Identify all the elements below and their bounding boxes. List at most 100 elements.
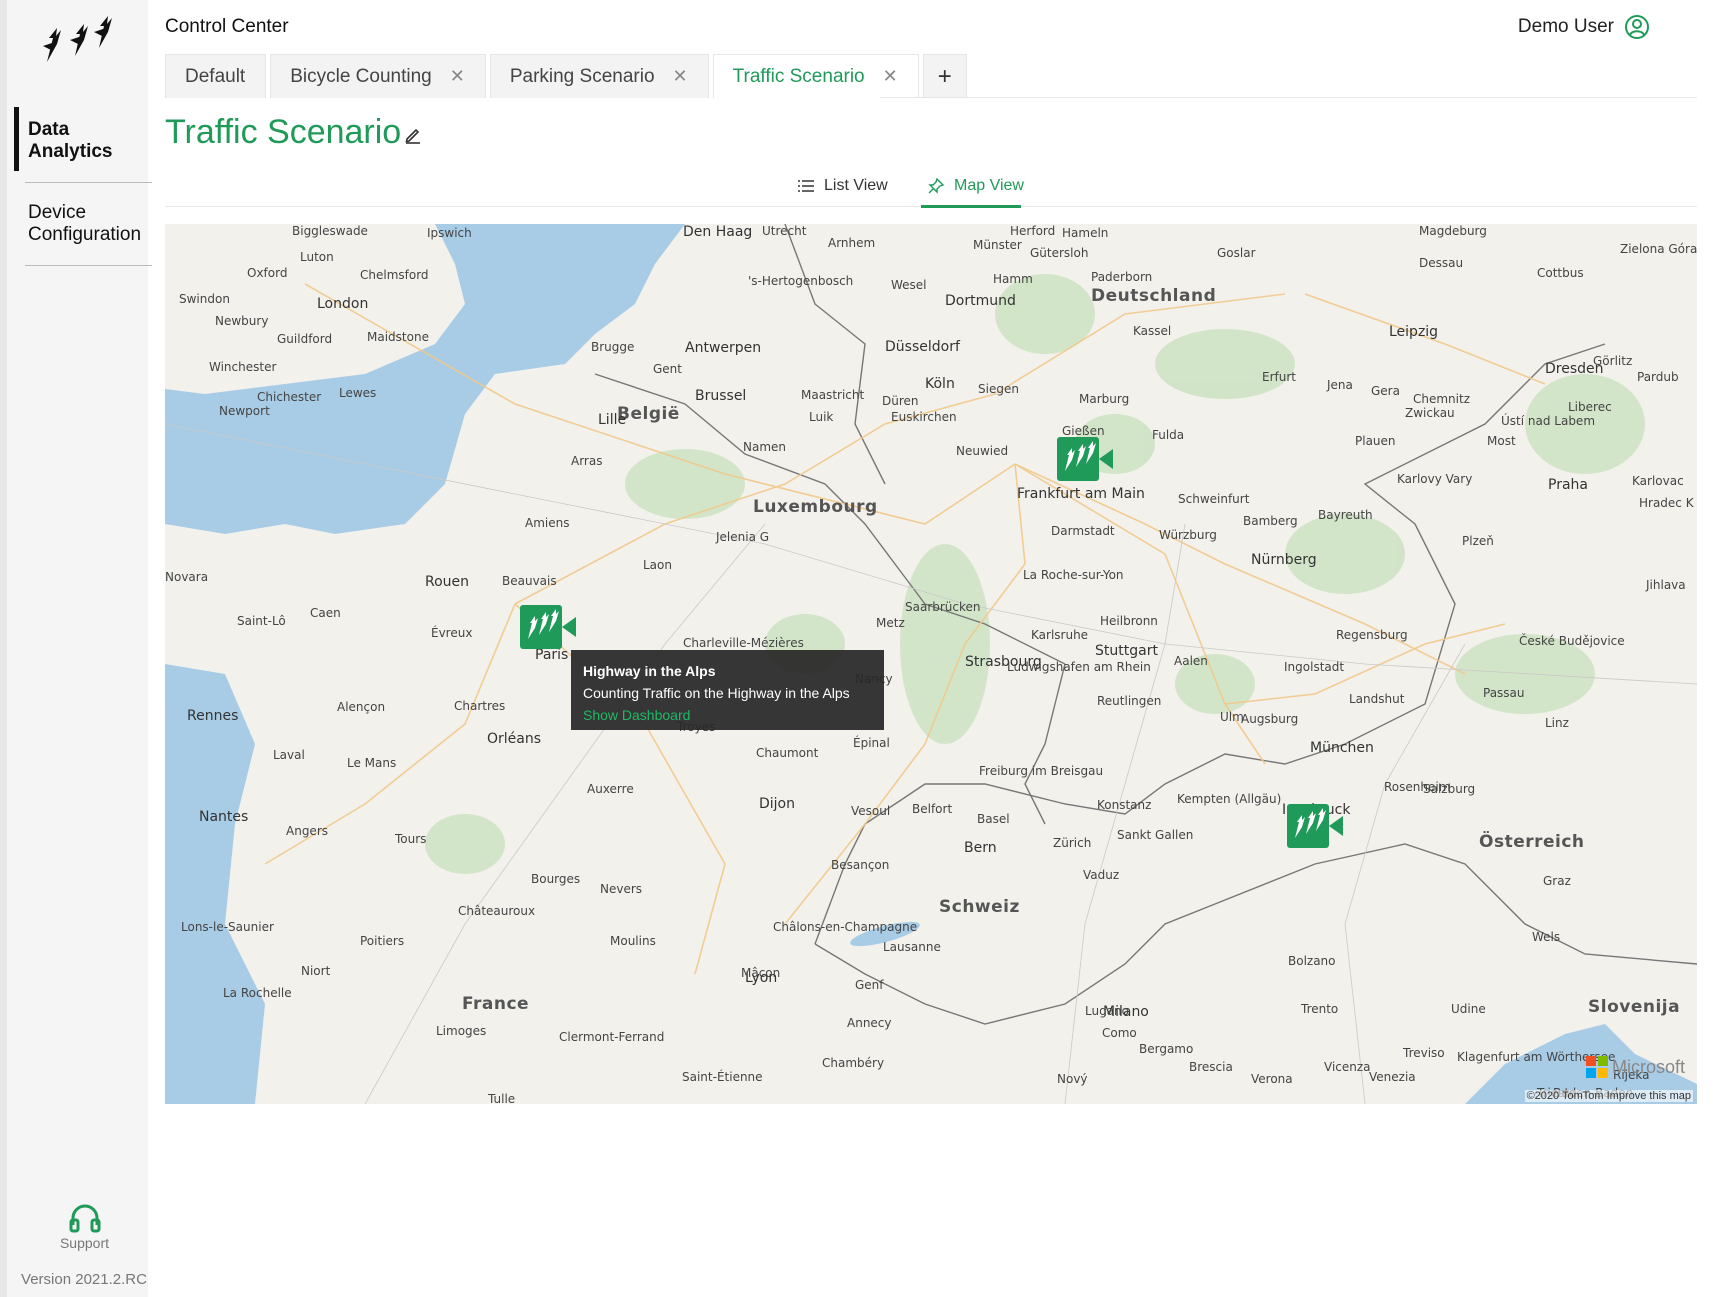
map-label-town: Châteauroux — [458, 904, 536, 918]
scenario-tabs: Default Bicycle Counting ✕ Parking Scenar… — [165, 54, 971, 98]
map-label-town: Jelenia G — [716, 530, 770, 544]
map-label-town: Münster — [973, 238, 1022, 252]
map-label-town: Trento — [1301, 1002, 1339, 1016]
map-canvas[interactable]: Deutschland België Luxembourg France Sch… — [165, 224, 1697, 1104]
tab-traffic-scenario[interactable]: Traffic Scenario ✕ — [712, 54, 919, 98]
map-label-town: Dessau — [1419, 256, 1464, 270]
map-label-town: Novara — [165, 570, 209, 584]
map-label-town: Luik — [809, 410, 834, 424]
map-label-town: Laon — [643, 558, 672, 572]
support-button[interactable]: Support — [37, 1203, 132, 1251]
map-label-city: Lille — [598, 412, 627, 428]
map-label-town: Hamm — [993, 272, 1033, 286]
map-label-town: Belfort — [912, 802, 953, 816]
map-label-town: Niort — [301, 964, 331, 978]
map-label-town: Kempten (Allgäu) — [1177, 792, 1282, 806]
map-label-town: Luton — [300, 250, 334, 264]
map-label-town: Lausanne — [883, 940, 941, 954]
map-label-town: Châlons-en-Champagne — [773, 920, 918, 934]
map-label-town: Chambéry — [822, 1056, 885, 1070]
map-label-town: Venezia — [1369, 1070, 1416, 1084]
map-label-town: Neuwied — [956, 444, 1009, 458]
list-view-button[interactable]: List View — [798, 170, 888, 202]
map-label-town: Le Mans — [347, 756, 397, 770]
map-label-town: Görlitz — [1593, 354, 1633, 368]
map-label-town: Utrecht — [762, 224, 807, 238]
map-label-town: Plauen — [1355, 434, 1396, 448]
counter-marker-frankfurt[interactable] — [1057, 437, 1113, 481]
map-label-town: Bergamo — [1139, 1042, 1194, 1056]
map-label-town: Salzburg — [1423, 782, 1476, 796]
map-label-town: Mâcon — [741, 966, 781, 980]
map-label-town: Clermont-Ferrand — [559, 1030, 665, 1044]
map-label-town: Würzburg — [1159, 528, 1217, 542]
map-label-town: Oxford — [247, 266, 288, 280]
map-attribution[interactable]: ©2020 TomTom Improve this map — [1524, 1090, 1693, 1102]
map-label-town: Gießen — [1062, 424, 1105, 438]
map-label-town: Laval — [273, 748, 305, 762]
list-view-label: List View — [824, 177, 888, 194]
map-label-town: Lons-le-Saunier — [181, 920, 274, 934]
counter-marker-innsbruck[interactable] — [1287, 804, 1343, 848]
map-label-town: Verona — [1251, 1072, 1293, 1086]
list-icon — [798, 180, 814, 192]
map-label-town: Épinal — [853, 736, 890, 750]
map-label-town: Guildford — [277, 332, 333, 346]
map-label-country: België — [617, 404, 680, 424]
map-label-town: Hradec K — [1639, 496, 1694, 510]
map-label-city: Orléans — [487, 731, 542, 747]
close-icon[interactable]: ✕ — [673, 66, 688, 87]
map-label-town: Cottbus — [1537, 266, 1584, 280]
map-label-town: Schweinfurt — [1178, 492, 1250, 506]
map-label-town: Konstanz — [1097, 798, 1152, 812]
version-label: Version 2021.2.RC — [21, 1271, 147, 1288]
headset-icon — [69, 1204, 100, 1233]
map-label-town: Auxerre — [587, 782, 634, 796]
close-icon[interactable]: ✕ — [883, 66, 898, 87]
map-label-town: Besançon — [831, 858, 890, 872]
map-label-city: Rennes — [187, 708, 239, 724]
map-label-town: Reutlingen — [1097, 694, 1162, 708]
provider-name: Microsoft — [1611, 1056, 1685, 1077]
map-label-town: Arras — [571, 454, 603, 468]
map-label-town: Wels — [1532, 930, 1561, 944]
nav-device-configuration[interactable]: Device Configuration — [17, 190, 153, 264]
map-label-city: Zürich — [1053, 836, 1092, 850]
tab-bicycle-counting[interactable]: Bicycle Counting ✕ — [270, 54, 486, 98]
map-label-town: Lugano — [1085, 1004, 1129, 1018]
user-name: Demo User — [1517, 16, 1614, 37]
show-dashboard-link[interactable]: Show Dashboard — [583, 704, 872, 726]
map-label-town: Maastricht — [801, 388, 865, 402]
map-view-button[interactable]: Map View — [921, 170, 1024, 208]
nav-data-analytics[interactable]: Data Analytics — [14, 107, 153, 175]
map-label-country: Schweiz — [939, 897, 1020, 917]
tab-label: Bicycle Counting — [290, 65, 432, 87]
map-label-town: Maidstone — [367, 330, 429, 344]
tab-default[interactable]: Default — [165, 54, 267, 98]
nav-divider — [25, 182, 152, 183]
map-label-town: Vaduz — [1083, 868, 1120, 882]
map-label-town: Siegen — [978, 382, 1019, 396]
map-label-town: Winchester — [209, 360, 277, 374]
map-label-town: Marburg — [1079, 392, 1130, 406]
map-label-town: Pardub — [1637, 370, 1679, 384]
map-label-town: Chemnitz — [1413, 392, 1470, 406]
map-label-town: Évreux — [431, 626, 473, 640]
map-label-city: Antwerpen — [685, 340, 762, 356]
add-tab-button[interactable]: + — [922, 54, 967, 98]
birds-logo — [43, 16, 112, 62]
map-label-city: Rouen — [425, 574, 470, 590]
map-label-country: Deutschland — [1091, 286, 1217, 306]
pencil-icon[interactable] — [404, 126, 422, 144]
counter-marker-paris[interactable] — [520, 605, 576, 649]
map-label-town: Chaumont — [756, 746, 819, 760]
map-label-town: Herford — [1010, 224, 1056, 238]
close-icon[interactable]: ✕ — [450, 66, 465, 87]
map-label-town: Treviso — [1403, 1046, 1445, 1060]
tab-parking-scenario[interactable]: Parking Scenario ✕ — [489, 54, 709, 98]
map-label-town: Saarbrücken — [905, 600, 981, 614]
map-label-town: Ingolstadt — [1284, 660, 1345, 674]
map-label-town: Amiens — [525, 516, 570, 530]
user-menu[interactable]: Demo User — [1518, 14, 1650, 40]
map-label-town: Metz — [876, 616, 905, 630]
